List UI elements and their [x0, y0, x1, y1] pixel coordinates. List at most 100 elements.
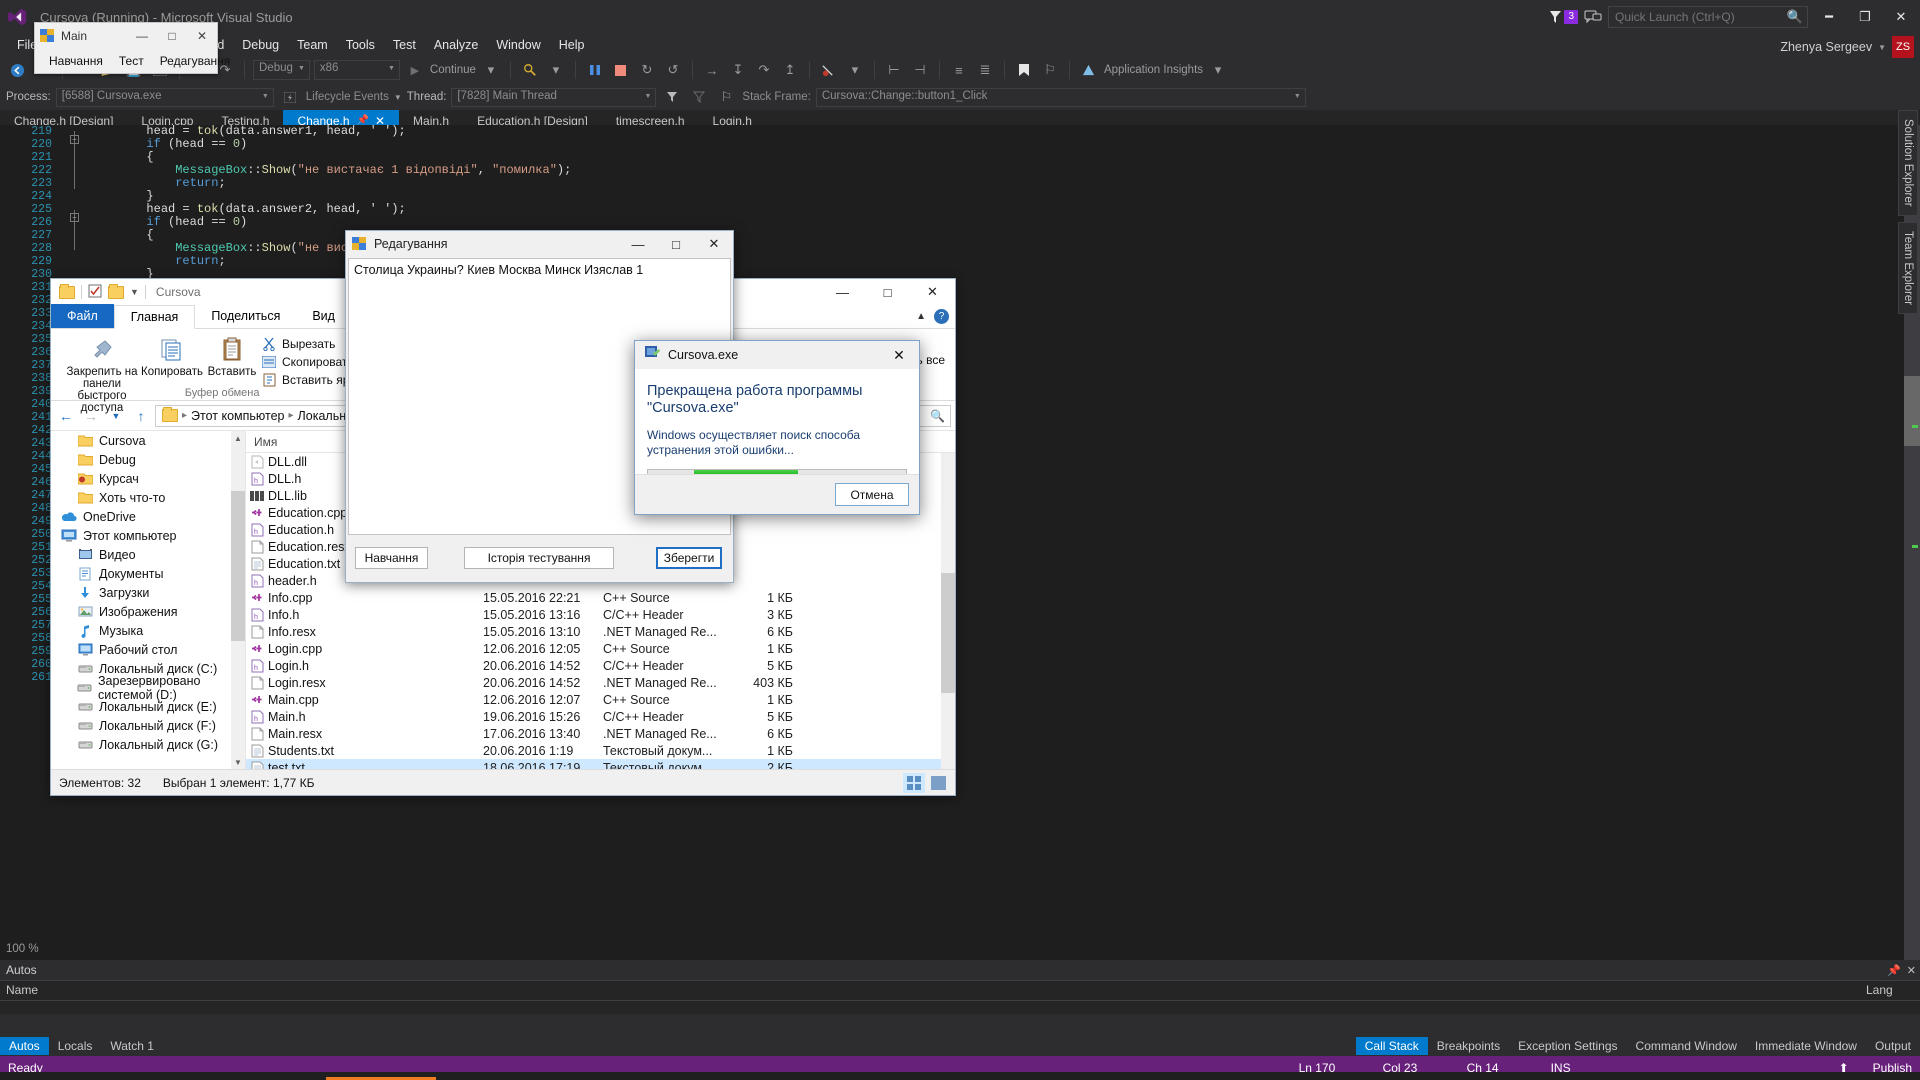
menu-navchannya[interactable]: Навчання: [41, 52, 111, 70]
table-row[interactable]: Info.cpp 15.05.2016 22:21 C++ Source 1 КБ: [246, 589, 955, 606]
menu-window[interactable]: Window: [487, 36, 549, 54]
tree-item-11[interactable]: Рабочий стол: [51, 640, 245, 659]
attach-dropdown-icon[interactable]: ▾: [545, 59, 567, 81]
table-row[interactable]: h Info.h 15.05.2016 13:16 C/C++ Header 3 КБ: [246, 606, 955, 623]
menu-test[interactable]: Тест: [111, 52, 152, 70]
navchannya-button[interactable]: Навчання: [355, 547, 428, 569]
menu-team[interactable]: Team: [288, 36, 337, 54]
bottom-tab-watch1[interactable]: Watch 1: [101, 1037, 163, 1055]
tree-item-0[interactable]: Cursova: [51, 431, 245, 450]
scrollbar-thumb[interactable]: [941, 573, 955, 693]
code-line[interactable]: MessageBox::Show("не вистачає 1 відопвід…: [60, 164, 1920, 177]
scroll-up-icon[interactable]: ▲: [231, 431, 245, 445]
crash-dialog[interactable]: Cursova.exe ✕ Прекращена работа программ…: [634, 340, 920, 515]
details-view-button[interactable]: [903, 772, 925, 793]
bottom-tab-locals[interactable]: Locals: [49, 1037, 102, 1055]
code-line[interactable]: MessageBox::Show("не виста: [60, 242, 1920, 255]
navigation-scrollbar[interactable]: ▲ ▼: [231, 431, 245, 769]
quick-launch-input[interactable]: [1608, 6, 1808, 28]
comment-icon[interactable]: ⊢: [883, 59, 905, 81]
code-line[interactable]: if (head == 0): [60, 138, 1920, 151]
step-out-icon[interactable]: ↥: [779, 59, 801, 81]
bottom-tab-immediate-window[interactable]: Immediate Window: [1746, 1037, 1866, 1055]
table-row[interactable]: Main.resx 17.06.2016 13:40 .NET Managed Re…: [246, 725, 955, 742]
navigate-backward-icon[interactable]: [6, 59, 28, 81]
tree-item-1[interactable]: Debug: [51, 450, 245, 469]
table-row[interactable]: Login.cpp 12.06.2016 12:05 C++ Source 1 КБ: [246, 640, 955, 657]
explorer-close-button[interactable]: ✕: [910, 279, 955, 305]
lifecycle-events-icon[interactable]: [279, 86, 301, 108]
editing-minimize-button[interactable]: —: [619, 231, 657, 257]
editing-maximize-button[interactable]: □: [657, 231, 695, 257]
reload-changes-icon[interactable]: ↺: [662, 59, 684, 81]
bottom-tab-call-stack[interactable]: Call Stack: [1355, 1037, 1428, 1055]
tree-item-16[interactable]: Локальный диск (G:): [51, 735, 245, 754]
code-line[interactable]: if (head == 0): [60, 216, 1920, 229]
navigation-pane[interactable]: Cursova Debug Курсач Хоть что-то OneDrive Это…: [51, 431, 246, 769]
vs-restore-button[interactable]: ❐: [1850, 3, 1880, 31]
dock-tab-team-explorer[interactable]: Team Explorer: [1898, 221, 1918, 314]
editor-zoom-control[interactable]: 100 %: [0, 938, 60, 960]
menu-redaguvannya[interactable]: Редагування: [152, 52, 239, 70]
editing-close-button[interactable]: ✕: [695, 231, 733, 257]
tree-item-3[interactable]: Хоть что-то: [51, 488, 245, 507]
zberegti-button[interactable]: Зберегти: [656, 547, 722, 569]
code-line[interactable]: return;: [60, 177, 1920, 190]
code-line[interactable]: head = tok(data.answer2, head, ' ');: [60, 203, 1920, 216]
main-maximize-button[interactable]: □: [157, 23, 187, 49]
step-into-icon[interactable]: ↧: [727, 59, 749, 81]
large-icons-view-button[interactable]: [927, 773, 949, 793]
tree-item-5[interactable]: Этот компьютер: [51, 526, 245, 545]
navigation-tree[interactable]: Cursova Debug Курсач Хоть что-то OneDrive Это…: [51, 431, 245, 754]
pin-to-quick-access-button[interactable]: Закрепить на панели быстрого доступа: [63, 332, 141, 414]
flag-icon[interactable]: ⚐: [715, 86, 737, 108]
process-combo[interactable]: [6588] Cursova.exe ▼: [55, 87, 274, 107]
vs-account-area[interactable]: Zhenya Sergeev ▼ ZS: [1780, 36, 1914, 58]
help-icon[interactable]: ?: [934, 309, 949, 324]
crash-dialog-close-button[interactable]: ✕: [879, 341, 919, 369]
collapse-ribbon-icon[interactable]: ▲: [916, 311, 926, 322]
solution-platform-combo[interactable]: x86 ▼: [313, 60, 400, 80]
continue-dropdown-icon[interactable]: ▾: [480, 59, 502, 81]
ribbon-tab-view[interactable]: Вид: [296, 304, 351, 328]
ribbon-tab-share[interactable]: Поделиться: [195, 304, 296, 328]
filter-off-icon[interactable]: [688, 86, 710, 108]
menu-test[interactable]: Test: [384, 36, 425, 54]
outdent-icon[interactable]: ≣: [974, 59, 996, 81]
step-over-icon[interactable]: ↷: [753, 59, 775, 81]
clear-bookmarks-icon[interactable]: ⚐: [1039, 59, 1061, 81]
restart-icon[interactable]: ↻: [636, 59, 658, 81]
tree-item-14[interactable]: Локальный диск (E:): [51, 697, 245, 716]
tool-window-buttons[interactable]: 📌 ✕: [1887, 964, 1916, 977]
feedback-icon[interactable]: [1584, 10, 1602, 24]
app-insights-icon[interactable]: [1078, 59, 1100, 81]
table-row[interactable]: Main.cpp 12.06.2016 12:07 C++ Source 1 КБ: [246, 691, 955, 708]
bookmark-icon[interactable]: [1013, 59, 1035, 81]
bottom-tab-output[interactable]: Output: [1866, 1037, 1920, 1055]
main-close-button[interactable]: ✕: [187, 23, 217, 49]
stop-debugging-icon[interactable]: [610, 59, 632, 81]
scroll-down-icon[interactable]: ▼: [231, 755, 245, 769]
ribbon-tab-file[interactable]: Файл: [51, 304, 114, 328]
tree-item-8[interactable]: Загрузки: [51, 583, 245, 602]
cancel-button[interactable]: Отмена: [835, 483, 909, 506]
code-line[interactable]: return;: [60, 255, 1920, 268]
bottom-tab-exception-settings[interactable]: Exception Settings: [1509, 1037, 1626, 1055]
menu-debug[interactable]: Debug: [233, 36, 288, 54]
close-icon[interactable]: ✕: [1907, 964, 1916, 977]
autos-grid[interactable]: Name Lang: [0, 980, 1920, 1014]
tree-item-13[interactable]: Зарезервировано системой (D:): [51, 674, 245, 702]
copy-button[interactable]: Копировать: [141, 332, 203, 378]
breakpoints-dropdown-icon[interactable]: ▾: [844, 59, 866, 81]
properties-icon[interactable]: [88, 284, 102, 301]
istoriya-testuvannya-button[interactable]: Історія тестування: [464, 547, 614, 569]
new-folder-icon[interactable]: [108, 283, 124, 299]
paste-button[interactable]: Вставить: [203, 332, 261, 378]
stack-frame-combo[interactable]: Cursova::Change::button1_Click ▼: [815, 87, 1306, 107]
attach-to-process-icon[interactable]: [519, 59, 541, 81]
app-insights-dropdown-icon[interactable]: ▾: [1207, 59, 1229, 81]
tree-item-15[interactable]: Локальный диск (F:): [51, 716, 245, 735]
bottom-tab-autos[interactable]: Autos: [0, 1037, 49, 1055]
table-row[interactable]: Info.resx 15.05.2016 13:10 .NET Managed Re…: [246, 623, 955, 640]
bottom-tab-command-window[interactable]: Command Window: [1627, 1037, 1746, 1055]
